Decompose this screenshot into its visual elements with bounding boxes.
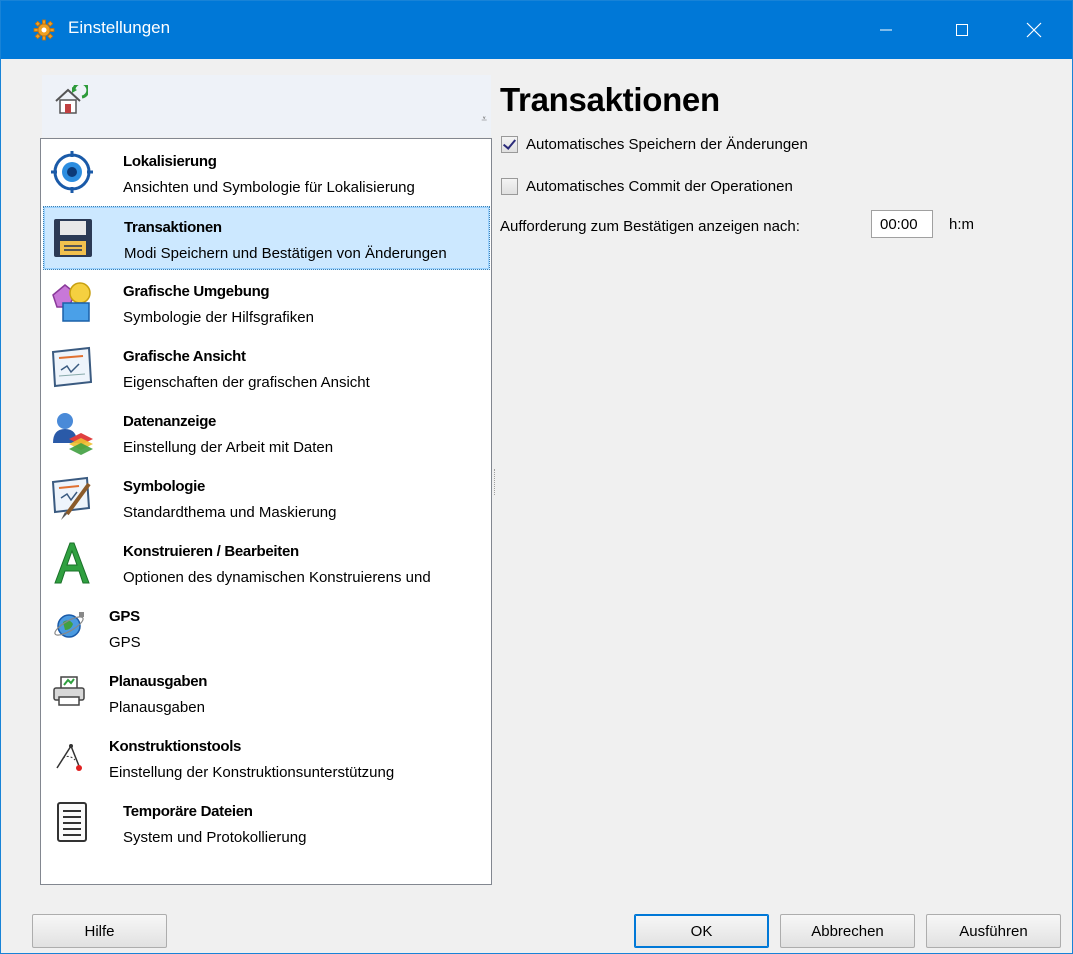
nav-item-desc: Symbologie der Hilfsgrafiken bbox=[123, 309, 314, 326]
shapes-icon bbox=[52, 282, 91, 322]
nav-item-grafische-umgebung[interactable]: Grafische Umgebung Symbologie der Hilfsg… bbox=[43, 271, 490, 335]
nav-item-planausgaben[interactable]: Planausgaben Planausgaben bbox=[43, 661, 490, 725]
auto-save-option[interactable]: Automatisches Speichern der Änderungen bbox=[501, 134, 808, 154]
nav-item-desc: Ansichten und Symbologie für Lokalisieru… bbox=[123, 179, 415, 196]
map-view-icon bbox=[51, 346, 93, 388]
nav-item-title: Planausgaben bbox=[109, 673, 208, 690]
nav-item-desc: Planausgaben bbox=[109, 699, 205, 716]
nav-item-title: Konstruieren / Bearbeiten bbox=[123, 543, 299, 560]
nav-item-grafische-ansicht[interactable]: Grafische Ansicht Eigenschaften der graf… bbox=[43, 336, 490, 400]
nav-item-title: Grafische Umgebung bbox=[123, 283, 270, 300]
close-button[interactable] bbox=[1006, 1, 1062, 59]
nav-item-desc: Optionen des dynamischen Konstruierens u… bbox=[123, 569, 431, 586]
window-title: Einstellungen bbox=[68, 18, 171, 37]
nav-item-temporaere-dateien[interactable]: Temporäre Dateien System und Protokollie… bbox=[43, 791, 490, 855]
settings-window: Einstellungen ⩡ Lokalisierung Ansichten … bbox=[0, 0, 1073, 954]
user-layers-icon bbox=[53, 413, 93, 455]
prompt-time-field[interactable]: 00:00 bbox=[871, 210, 933, 238]
gear-icon bbox=[33, 19, 55, 41]
printer-icon bbox=[53, 676, 85, 706]
maximize-icon bbox=[956, 24, 968, 36]
nav-item-title: Datenanzeige bbox=[123, 413, 217, 430]
auto-save-checkbox[interactable] bbox=[501, 135, 518, 153]
minimize-button[interactable] bbox=[858, 1, 914, 59]
globe-satellite-icon bbox=[54, 612, 84, 638]
apply-button[interactable]: Ausführen bbox=[926, 914, 1061, 948]
close-icon bbox=[1026, 22, 1042, 38]
chevron-down-icon[interactable]: ⩡ bbox=[481, 114, 487, 125]
splitter-grip[interactable] bbox=[494, 469, 497, 495]
nav-item-gps[interactable]: GPS GPS bbox=[43, 596, 490, 660]
compass-tool-icon bbox=[56, 744, 82, 771]
nav-item-title: Transaktionen bbox=[124, 219, 222, 236]
page-title: Transaktionen bbox=[500, 81, 720, 118]
help-button[interactable]: Hilfe bbox=[32, 914, 167, 948]
nav-item-datenanzeige[interactable]: Datenanzeige Einstellung der Arbeit mit … bbox=[43, 401, 490, 465]
nav-item-desc: Einstellung der Arbeit mit Daten bbox=[123, 439, 334, 456]
nav-item-desc: Modi Speichern und Bestätigen von Änderu… bbox=[124, 245, 447, 262]
auto-commit-label: Automatisches Commit der Operationen bbox=[526, 177, 793, 195]
auto-commit-checkbox[interactable] bbox=[501, 177, 518, 195]
nav-item-lokalisierung[interactable]: Lokalisierung Ansichten und Symbologie f… bbox=[43, 141, 490, 205]
nav-header[interactable]: ⩡ bbox=[42, 75, 491, 137]
auto-commit-option[interactable]: Automatisches Commit der Operationen bbox=[501, 176, 793, 196]
nav-item-title: Symbologie bbox=[123, 478, 206, 495]
notepad-icon bbox=[57, 802, 87, 842]
nav-item-title: Konstruktionstools bbox=[109, 738, 242, 755]
letter-a-icon bbox=[54, 542, 90, 584]
nav-item-desc: GPS bbox=[109, 634, 141, 651]
nav-item-title: Temporäre Dateien bbox=[123, 803, 253, 820]
cancel-button[interactable]: Abbrechen bbox=[780, 914, 915, 948]
floppy-disk-icon bbox=[54, 219, 92, 257]
nav-item-desc: Einstellung der Konstruktionsunterstützu… bbox=[109, 764, 395, 781]
target-eye-icon bbox=[51, 151, 93, 193]
settings-category-list[interactable]: Lokalisierung Ansichten und Symbologie f… bbox=[40, 138, 492, 885]
auto-save-label: Automatisches Speichern der Änderungen bbox=[526, 135, 808, 153]
map-brush-icon bbox=[51, 476, 91, 520]
nav-item-desc: Standardthema und Maskierung bbox=[123, 504, 337, 521]
title-bar[interactable]: Einstellungen bbox=[1, 1, 1072, 59]
nav-item-konstruieren-bearbeiten[interactable]: Konstruieren / Bearbeiten Optionen des d… bbox=[43, 531, 490, 595]
nav-item-desc: Eigenschaften der grafischen Ansicht bbox=[123, 374, 370, 391]
minimize-icon bbox=[880, 29, 892, 31]
ok-button[interactable]: OK bbox=[634, 914, 769, 948]
maximize-button[interactable] bbox=[934, 1, 990, 59]
prompt-time-unit: h:m bbox=[949, 216, 975, 233]
nav-item-title: Lokalisierung bbox=[123, 153, 217, 170]
prompt-label: Aufforderung zum Bestätigen anzeigen nac… bbox=[500, 217, 800, 235]
nav-item-title: GPS bbox=[109, 608, 140, 625]
nav-item-symbologie[interactable]: Symbologie Standardthema und Maskierung bbox=[43, 466, 490, 530]
nav-item-desc: System und Protokollierung bbox=[123, 829, 307, 846]
nav-item-konstruktionstools[interactable]: Konstruktionstools Einstellung der Konst… bbox=[43, 726, 490, 790]
nav-item-transaktionen[interactable]: Transaktionen Modi Speichern und Bestäti… bbox=[43, 206, 490, 270]
nav-item-title: Grafische Ansicht bbox=[123, 348, 246, 365]
home-settings-icon bbox=[55, 85, 88, 114]
